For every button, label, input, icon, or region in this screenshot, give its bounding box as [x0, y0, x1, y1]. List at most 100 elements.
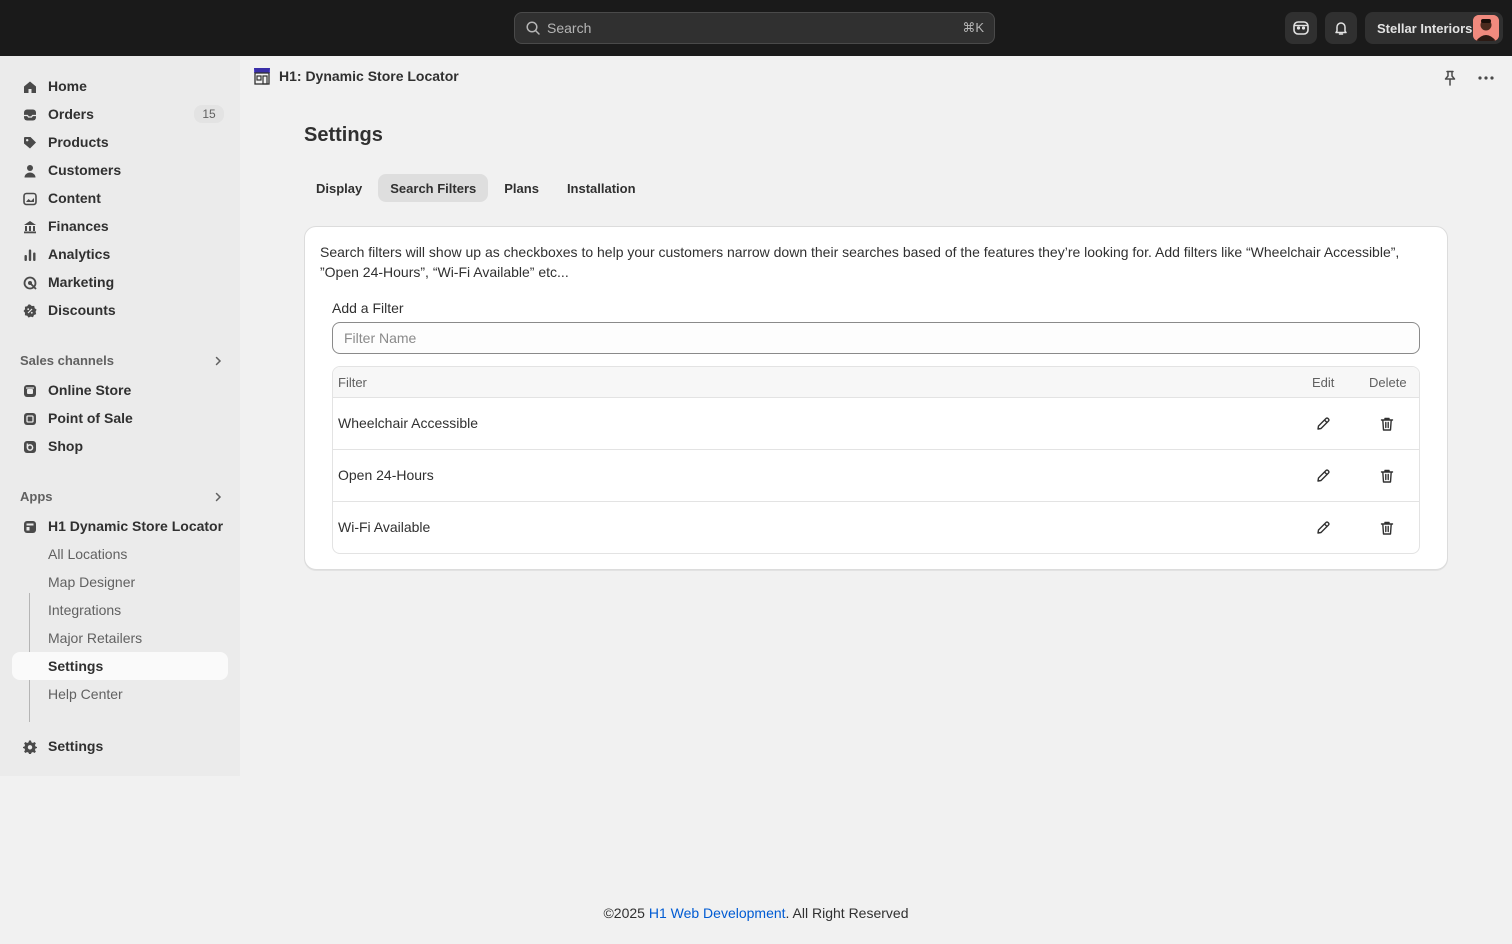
column-header-edit: Edit [1312, 375, 1335, 390]
sidebar-item-label: H1 Dynamic Store Locator [48, 518, 224, 534]
tab-search-filters[interactable]: Search Filters [378, 174, 489, 202]
image-icon [22, 191, 38, 207]
bank-icon [22, 219, 38, 235]
settings-tabs: Display Search Filters Plans Installatio… [304, 174, 652, 202]
sidebar-item-analytics[interactable]: Analytics [12, 240, 228, 268]
sidebar-subitem-major-retailers[interactable]: Major Retailers [12, 624, 228, 652]
sidebar-item-store-locator-app[interactable]: H1 Dynamic Store Locator [12, 512, 228, 540]
sidebar-item-point-of-sale[interactable]: Point of Sale [12, 404, 228, 432]
sales-channels-header[interactable]: Sales channels [20, 353, 224, 368]
store-locator-app-icon [254, 68, 270, 85]
footer-link[interactable]: H1 Web Development [649, 905, 786, 921]
app-title: H1: Dynamic Store Locator [279, 68, 459, 84]
sales-channels-label: Sales channels [20, 353, 114, 368]
filters-table: Filter Edit Delete Wheelchair Accessible… [332, 366, 1420, 554]
sidebar-subitem-settings[interactable]: Settings [12, 652, 228, 680]
search-shortcut: ⌘K [962, 20, 984, 35]
sidebar-item-label: Orders [48, 106, 94, 122]
sidekick-button[interactable] [1285, 12, 1317, 44]
person-icon [22, 163, 38, 179]
sidebar-item-label: Home [48, 78, 87, 94]
orders-count-badge: 15 [194, 105, 224, 123]
sidebar-item-orders[interactable]: Orders 15 [12, 100, 228, 128]
store-menu-button[interactable]: Stellar Interiors [1365, 12, 1503, 44]
sidebar-item-shop[interactable]: Shop [12, 432, 228, 460]
bell-icon [1335, 22, 1347, 35]
tab-plans[interactable]: Plans [492, 174, 551, 202]
sidebar-item-customers[interactable]: Customers [12, 156, 228, 184]
sidebar-item-finances[interactable]: Finances [12, 212, 228, 240]
sidebar-item-label: Finances [48, 218, 109, 234]
delete-button[interactable] [1377, 466, 1397, 486]
pos-icon [22, 411, 38, 427]
more-actions-button[interactable] [1476, 68, 1496, 88]
add-filter-label: Add a Filter [332, 300, 404, 316]
sidebar: Home Orders 15 Products Customers Conten… [0, 56, 240, 776]
apps-header[interactable]: Apps [20, 489, 224, 504]
sidebar-item-products[interactable]: Products [12, 128, 228, 156]
target-icon [22, 275, 38, 291]
delete-button[interactable] [1377, 518, 1397, 538]
table-row: Wheelchair Accessible [333, 398, 1419, 450]
sidebar-subitem-help-center[interactable]: Help Center [12, 680, 228, 708]
search-bar[interactable]: Search ⌘K [514, 12, 995, 44]
chevron-right-icon [215, 492, 222, 501]
footer-rights: . All Right Reserved [785, 905, 909, 921]
trash-icon [1380, 469, 1394, 483]
footer-copyright: ©2025 [603, 905, 649, 921]
filter-name: Wi-Fi Available [338, 519, 431, 535]
notifications-button[interactable] [1325, 12, 1357, 44]
sidekick-icon [1293, 21, 1309, 35]
table-row: Wi-Fi Available [333, 502, 1419, 553]
footer: ©2025 H1 Web Development. All Right Rese… [0, 905, 1512, 921]
pin-icon [1444, 70, 1456, 86]
top-bar: Search ⌘K Stellar Interiors [0, 0, 1512, 56]
pencil-icon [1317, 417, 1330, 430]
sidebar-item-discounts[interactable]: Discounts [12, 296, 228, 324]
column-header-delete: Delete [1369, 375, 1407, 390]
sidebar-item-label: Customers [48, 162, 122, 178]
sidebar-subitem-all-locations[interactable]: All Locations [12, 540, 228, 568]
sidebar-item-marketing[interactable]: Marketing [12, 268, 228, 296]
column-header-filter: Filter [338, 375, 367, 390]
filters-description: Search filters will show up as checkboxe… [320, 244, 1400, 280]
ellipsis-icon [1478, 76, 1494, 80]
bar-chart-icon [22, 247, 38, 263]
tab-installation[interactable]: Installation [555, 174, 648, 202]
filter-name: Open 24-Hours [338, 467, 434, 483]
sidebar-item-label: Analytics [48, 246, 111, 262]
sidebar-item-label: Point of Sale [48, 410, 133, 426]
apps-label: Apps [20, 489, 53, 504]
sidebar-item-content[interactable]: Content [12, 184, 228, 212]
edit-button[interactable] [1313, 518, 1333, 538]
tab-display[interactable]: Display [304, 174, 374, 202]
search-placeholder: Search [547, 20, 592, 36]
sidebar-item-online-store[interactable]: Online Store [12, 376, 228, 404]
home-icon [22, 79, 38, 95]
sidebar-item-settings[interactable]: Settings [12, 732, 228, 760]
sidebar-item-home[interactable]: Home [12, 72, 228, 100]
sidebar-item-label: Shop [48, 438, 83, 454]
edit-button[interactable] [1313, 466, 1333, 486]
sidebar-item-label: Products [48, 134, 109, 150]
chevron-right-icon [215, 356, 222, 365]
trash-icon [1380, 521, 1394, 535]
pin-button[interactable] [1440, 68, 1460, 88]
edit-button[interactable] [1313, 414, 1333, 434]
avatar [1473, 15, 1499, 41]
filter-name: Wheelchair Accessible [338, 415, 479, 431]
search-icon [526, 21, 540, 35]
sidebar-subitem-map-designer[interactable]: Map Designer [12, 568, 228, 596]
sidebar-subitem-integrations[interactable]: Integrations [12, 596, 228, 624]
inbox-icon [22, 107, 38, 123]
sidebar-item-label: Marketing [48, 274, 115, 290]
sidebar-item-label: Content [48, 190, 101, 206]
delete-button[interactable] [1377, 414, 1397, 434]
sidebar-item-label: Online Store [48, 382, 132, 398]
shop-icon [22, 439, 38, 455]
app-store-locator-icon [22, 519, 38, 535]
filter-name-input[interactable] [332, 322, 1420, 354]
store-name: Stellar Interiors [1377, 20, 1473, 36]
app-title-bar: H1: Dynamic Store Locator [253, 65, 459, 87]
tag-icon [22, 135, 38, 151]
